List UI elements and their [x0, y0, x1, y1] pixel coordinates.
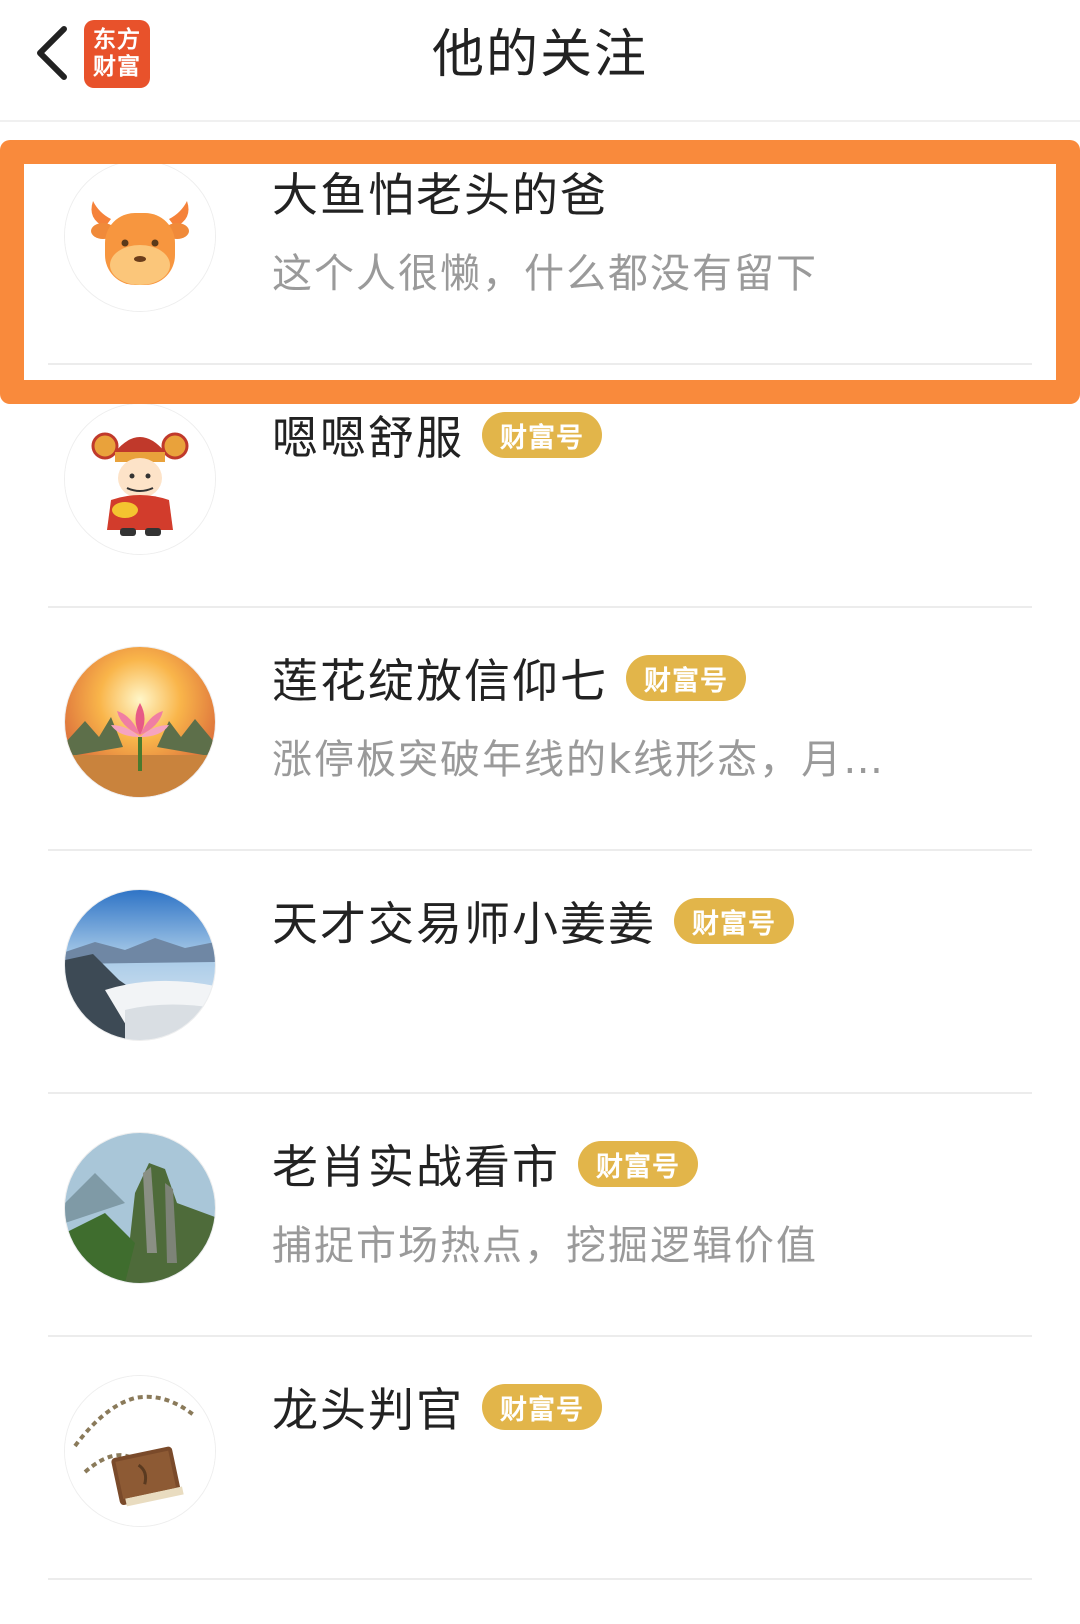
follow-item[interactable]: 莲花绽放信仰七 财富号 涨停板突破年线的k线形态，月…	[0, 608, 1080, 851]
caifuhao-badge: 财富号	[578, 1141, 698, 1187]
caifuhao-badge: 财富号	[626, 655, 746, 701]
follow-item[interactable]: 龙头判官 财富号	[0, 1337, 1080, 1580]
cow-mascot-avatar[interactable]	[64, 160, 216, 312]
user-name: 大鱼怕老头的爸	[272, 168, 608, 222]
row-divider	[48, 1578, 1032, 1580]
user-name: 天才交易师小姜姜	[272, 897, 656, 951]
user-name: 老肖实战看市	[272, 1140, 560, 1194]
follow-item[interactable]: 天才交易师小姜姜 财富号	[0, 851, 1080, 1094]
user-name: 嗯嗯舒服	[272, 411, 464, 465]
necklace-book-avatar[interactable]	[64, 1375, 216, 1527]
user-description: 捕捉市场热点，挖掘逻辑价值	[272, 1223, 818, 1269]
mountain-clouds-avatar[interactable]	[64, 889, 216, 1041]
user-description: 涨停板突破年线的k线形态，月…	[272, 737, 886, 783]
caifuhao-badge: 财富号	[674, 898, 794, 944]
user-name: 龙头判官	[272, 1383, 464, 1437]
caifuhao-badge: 财富号	[482, 1384, 602, 1430]
follow-item[interactable]: 大鱼怕老头的爸 这个人很懒，什么都没有留下	[0, 122, 1080, 365]
follow-item[interactable]: 老肖实战看市 财富号 捕捉市场热点，挖掘逻辑价值	[0, 1094, 1080, 1337]
user-description: 这个人很懒，什么都没有留下	[272, 251, 818, 297]
follow-item[interactable]: 嗯嗯舒服 财富号	[0, 365, 1080, 608]
lotus-sunset-avatar[interactable]	[64, 646, 216, 798]
god-of-wealth-avatar[interactable]	[64, 403, 216, 555]
green-mountain-avatar[interactable]	[64, 1132, 216, 1284]
page-title: 他的关注	[431, 25, 648, 85]
caifuhao-badge: 财富号	[482, 412, 602, 458]
header-bar: 东方 财富 他的关注	[0, 0, 1080, 122]
follow-list: 大鱼怕老头的爸 这个人很懒，什么都没有留下 嗯嗯舒服 财富号 莲花绽放信仰七 财…	[0, 122, 1080, 1580]
user-name: 莲花绽放信仰七	[272, 654, 608, 708]
